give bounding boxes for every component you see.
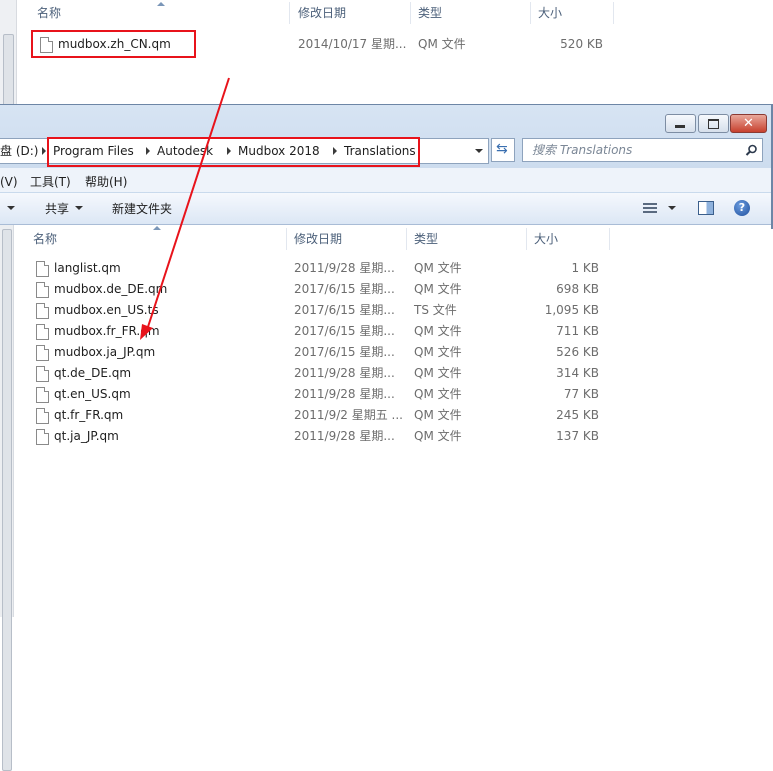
close-icon: ✕: [743, 116, 754, 131]
refresh-icon: ⇆: [496, 141, 508, 157]
crumb-arrow-icon[interactable]: [42, 147, 46, 155]
minimize-icon: [675, 125, 685, 128]
sort-up-icon: [157, 2, 165, 6]
toolbar-dropdown-icon[interactable]: [7, 206, 15, 210]
share-dropdown-icon[interactable]: [75, 206, 83, 210]
top-window-scrollbar[interactable]: [0, 0, 17, 106]
view-dropdown-icon[interactable]: [668, 206, 676, 210]
drive-crumb[interactable]: 盘 (D:): [0, 139, 38, 163]
search-input[interactable]: 搜索 Translations: [532, 139, 632, 161]
close-button[interactable]: ✕: [730, 114, 767, 133]
header-size[interactable]: 大小: [534, 226, 558, 252]
menu-view[interactable]: (V): [0, 172, 18, 192]
file-type: QM 文件: [418, 37, 466, 51]
top-window: 名称 修改日期 类型 大小 mudbox.zh_CN.qm 2014/10/17…: [0, 0, 773, 106]
refresh-button[interactable]: ⇆: [491, 138, 515, 162]
nav-pane-scrollbar[interactable]: [0, 225, 14, 771]
search-box[interactable]: 搜索 Translations: [522, 138, 763, 162]
header-name[interactable]: 名称: [33, 226, 57, 252]
view-options-icon[interactable]: [643, 202, 657, 214]
maximize-icon: [708, 119, 719, 129]
header-modified[interactable]: 修改日期: [294, 226, 342, 252]
file-modified: 2014/10/17 星期...: [298, 37, 407, 51]
top-header-modified[interactable]: 修改日期: [298, 0, 346, 26]
preview-pane-icon[interactable]: [698, 201, 714, 215]
menu-help[interactable]: 帮助(H): [85, 172, 127, 192]
header-type[interactable]: 类型: [414, 226, 438, 252]
top-header-size[interactable]: 大小: [538, 0, 562, 26]
maximize-button[interactable]: [698, 114, 729, 133]
search-icon: [745, 144, 757, 156]
minimize-button[interactable]: [665, 114, 696, 133]
new-folder-button[interactable]: 新建文件夹: [112, 198, 172, 220]
top-header-type[interactable]: 类型: [418, 0, 442, 26]
address-dropdown-icon[interactable]: [475, 149, 483, 153]
top-header-name[interactable]: 名称: [37, 0, 61, 26]
sort-up-icon: [153, 226, 161, 230]
share-button[interactable]: 共享: [45, 198, 69, 220]
help-icon[interactable]: ?: [734, 200, 750, 216]
file-size: 520 KB: [560, 37, 603, 51]
column-headers: [14, 225, 771, 252]
highlight-box-source-file: [31, 30, 196, 58]
highlight-box-path: [47, 137, 420, 167]
menu-tools[interactable]: 工具(T): [30, 172, 71, 192]
